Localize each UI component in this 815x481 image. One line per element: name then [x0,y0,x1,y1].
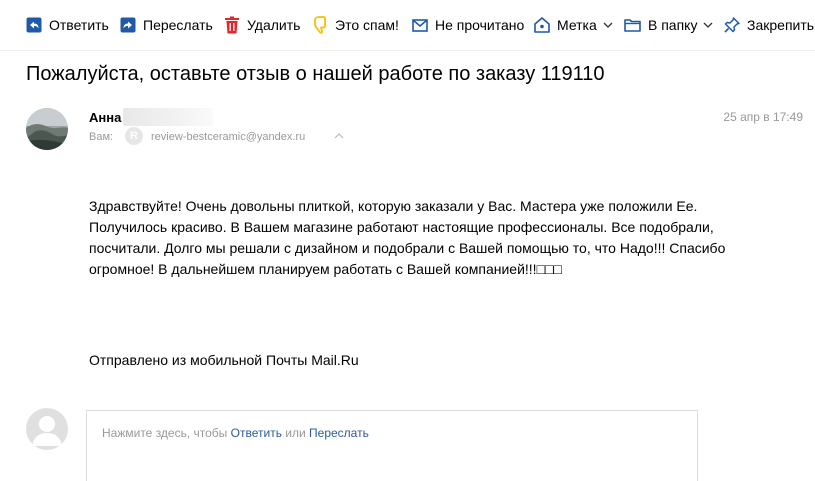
avatar-photo [26,108,68,150]
chevron-up-icon[interactable] [334,133,344,139]
pin-label: Закрепить [747,17,815,33]
redacted-sender-surname [123,108,213,126]
forward-button[interactable]: Переслать [120,14,213,36]
move-to-folder-dropdown[interactable]: В папку [624,14,713,36]
forward-icon [120,17,136,33]
spam-button[interactable]: Это спам! [312,14,399,36]
spam-label: Это спам! [335,17,399,33]
folder-label: В папку [648,17,698,33]
message-subject: Пожалуйста, оставьте отзыв о нашей работ… [26,63,605,85]
quick-reply-box[interactable]: Нажмите здесь, чтобы Ответить или Пересл… [86,410,698,481]
forward-label: Переслать [143,17,213,33]
body-line: огромное! В дальнейшем планируем работат… [89,261,562,277]
delete-button[interactable]: Удалить [224,14,300,36]
user-avatar [26,408,68,450]
pin-button[interactable]: Закрепить [724,14,814,36]
unread-label: Не прочитано [435,17,525,33]
folder-icon [624,19,641,32]
mark-unread-button[interactable]: Не прочитано [412,14,524,36]
reply-link[interactable]: Ответить [231,426,282,440]
chevron-down-icon [704,22,713,28]
forward-link[interactable]: Переслать [309,426,369,440]
recipient-label: Вам: [89,131,114,143]
reply-label: Ответить [49,17,109,33]
recipient-email[interactable]: review-bestceramic@yandex.ru [151,131,305,143]
reply-icon [26,17,42,33]
sender-name[interactable]: Анна [89,110,121,125]
body-line: посчитали. Долго мы решали с дизайном и … [89,240,726,256]
message-date: 25 апр в 17:49 [723,110,803,124]
message-toolbar: Ответить Переслать Удалить Это спам! Не … [0,0,815,51]
reply-or-text: или [281,426,310,440]
tag-icon [534,17,550,33]
message-body: Здравствуйте! Очень довольны плиткой, ко… [89,196,789,280]
recipient-avatar: R [125,127,143,145]
thumbs-down-icon [314,16,326,34]
quick-reply-prompt: Нажмите здесь, чтобы Ответить или Пересл… [102,426,369,440]
reply-prompt-text: Нажмите здесь, чтобы [102,426,231,440]
chevron-down-icon [603,22,613,28]
delete-label: Удалить [247,17,301,33]
user-placeholder-icon [32,416,62,446]
body-line: Здравствуйте! Очень довольны плиткой, ко… [89,198,698,214]
envelope-icon [412,18,428,32]
sender-avatar[interactable] [26,108,68,150]
trash-icon [225,16,239,34]
label-dropdown[interactable]: Метка [534,14,613,36]
label-label: Метка [557,17,597,33]
body-line: Получилось красиво. В Вашем магазине раб… [89,219,714,235]
reply-button[interactable]: Ответить [26,14,109,36]
message-signature: Отправлено из мобильной Почты Mail.Ru [89,352,359,368]
pin-icon [724,17,740,33]
